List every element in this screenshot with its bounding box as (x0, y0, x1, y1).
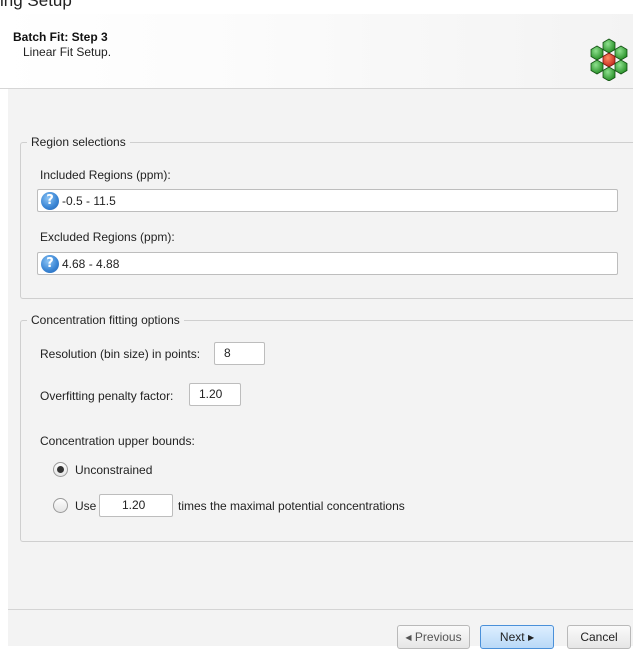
previous-button-label: Previous (414, 630, 462, 644)
resolution-label: Resolution (bin size) in points: (40, 347, 201, 361)
previous-button[interactable]: ◀ Previous (397, 625, 470, 649)
overfitting-input[interactable]: 1.20 (189, 383, 241, 406)
arrow-right-icon: ▶ (527, 633, 535, 642)
use-radio[interactable] (53, 498, 68, 513)
use-factor-input[interactable]: 1.20 (99, 494, 173, 517)
step-title: Batch Fit: Step 3 (13, 30, 108, 44)
excluded-regions-field[interactable]: ? 4.68 - 4.88 (37, 252, 618, 275)
hexagon-cluster-logo-icon (590, 38, 628, 81)
wizard-content: Region selections Included Regions (ppm)… (8, 89, 633, 609)
resolution-input[interactable]: 8 (214, 342, 265, 365)
window-title: ing Setup (0, 0, 72, 10)
bounds-label: Concentration upper bounds: (40, 434, 195, 448)
region-selections-legend: Region selections (31, 135, 126, 149)
next-button-label: Next (499, 630, 525, 644)
use-suffix-label: times the maximal potential concentratio… (178, 499, 405, 513)
arrow-left-icon: ◀ (405, 633, 412, 642)
unconstrained-label[interactable]: Unconstrained (75, 463, 152, 477)
next-button[interactable]: Next ▶ (480, 625, 554, 649)
excluded-regions-label: Excluded Regions (ppm): (40, 230, 175, 244)
use-label[interactable]: Use (75, 499, 96, 513)
included-regions-field[interactable]: ? -0.5 - 11.5 (37, 189, 618, 212)
included-regions-label: Included Regions (ppm): (40, 168, 171, 182)
included-regions-value[interactable]: -0.5 - 11.5 (62, 194, 116, 208)
help-icon[interactable]: ? (41, 254, 59, 273)
wizard-header: Batch Fit: Step 3 Linear Fit Setup. (0, 14, 633, 89)
unconstrained-radio[interactable] (53, 462, 68, 477)
cancel-button[interactable]: Cancel (567, 625, 631, 649)
overfitting-label: Overfitting penalty factor: (40, 389, 174, 403)
step-subtitle: Linear Fit Setup. (23, 45, 112, 59)
help-icon[interactable]: ? (41, 191, 59, 210)
excluded-regions-value[interactable]: 4.68 - 4.88 (62, 257, 119, 271)
concentration-options-legend: Concentration fitting options (31, 313, 180, 327)
wizard-footer: ◀ Previous Next ▶ Cancel (8, 609, 633, 649)
window-title-strip: ing Setup (0, 0, 633, 14)
